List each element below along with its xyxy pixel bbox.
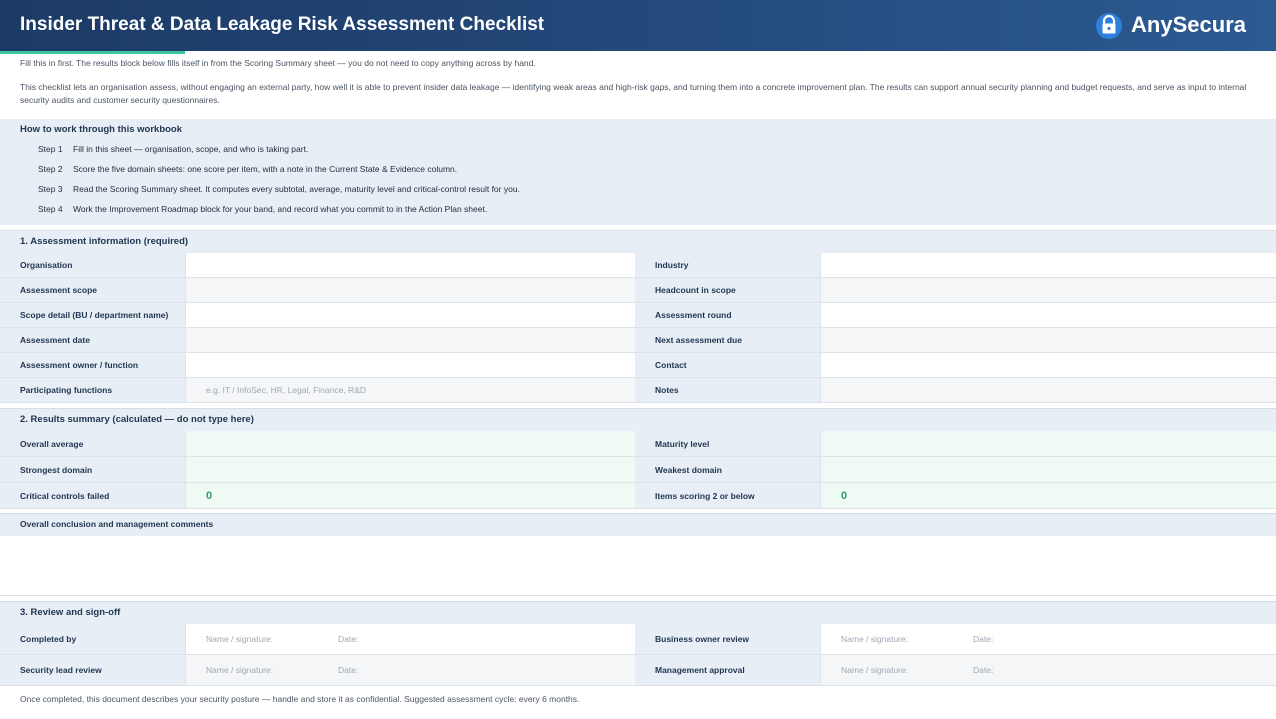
headcount-input[interactable] [820, 278, 1276, 302]
form-row: Scope detail (BU / department name) Asse… [0, 303, 1276, 328]
signoff-label: Security lead review [0, 655, 185, 685]
assessment-date-input[interactable] [185, 328, 635, 352]
field-label: Contact [635, 353, 820, 377]
date-hint: Date: [338, 665, 359, 675]
security-lead-signature-field[interactable]: Name / signature: Date: [185, 655, 635, 685]
step-number: Step 1 [38, 144, 63, 154]
section-title: 2. Results summary (calculated — do not … [20, 414, 254, 425]
field-label: Organisation [0, 253, 185, 277]
organisation-input[interactable] [185, 253, 635, 277]
signoff-row: Completed by Name / signature: Date: Busi… [0, 624, 1276, 655]
conclusion-header: Overall conclusion and management commen… [0, 513, 1276, 536]
maturity-level-value [820, 431, 1276, 456]
name-hint: Name / signature: [841, 634, 909, 644]
field-label: Assessment round [635, 303, 820, 327]
intro-note: Fill this in first. The results block be… [20, 58, 536, 68]
step-text: Work the Improvement Roadmap block for y… [73, 204, 488, 214]
signoff-label: Management approval [635, 655, 820, 685]
field-label: Participating functions [0, 378, 185, 402]
step-item: Step 2 Score the five domain sheets: one … [38, 164, 457, 174]
result-label: Weakest domain [635, 457, 820, 482]
participating-functions-input[interactable]: e.g. IT / InfoSec, HR, Legal, Finance, R… [185, 378, 635, 402]
notes-input[interactable] [820, 378, 1276, 402]
signoff-row: Security lead review Name / signature: Da… [0, 655, 1276, 686]
howto-panel: How to work through this workbook Step 1… [0, 119, 1276, 225]
field-label: Scope detail (BU / department name) [0, 303, 185, 327]
assessment-owner-input[interactable] [185, 353, 635, 377]
completed-by-signature-field[interactable]: Name / signature: Date: [185, 624, 635, 654]
field-label: Assessment date [0, 328, 185, 352]
field-label: Notes [635, 378, 820, 402]
scope-detail-input[interactable] [185, 303, 635, 327]
result-label: Strongest domain [0, 457, 185, 482]
assessment-round-input[interactable] [820, 303, 1276, 327]
howto-title: How to work through this workbook [20, 124, 183, 135]
form-row: Participating functions e.g. IT / InfoSe… [0, 378, 1276, 403]
section-results-summary-header: 2. Results summary (calculated — do not … [0, 408, 1276, 431]
section-title: 3. Review and sign-off [20, 607, 121, 618]
industry-input[interactable] [820, 253, 1276, 277]
contact-input[interactable] [820, 353, 1276, 377]
weakest-domain-value [820, 457, 1276, 482]
signoff-label: Completed by [0, 624, 185, 654]
step-item: Step 1 Fill in this sheet — organisation,… [38, 144, 308, 154]
form-row: Assessment date Next assessment due [0, 328, 1276, 353]
page-title: Insider Threat & Data Leakage Risk Asses… [20, 14, 545, 35]
date-hint: Date: [973, 665, 994, 675]
section-assessment-info-header: 1. Assessment information (required) [0, 230, 1276, 253]
field-label: Assessment owner / function [0, 353, 185, 377]
signoff-label: Business owner review [635, 624, 820, 654]
date-hint: Date: [338, 634, 359, 644]
result-label: Overall average [0, 431, 185, 456]
management-approval-signature-field[interactable]: Name / signature: Date: [820, 655, 1276, 685]
field-label: Assessment scope [0, 278, 185, 302]
result-label: Maturity level [635, 431, 820, 456]
step-text: Score the five domain sheets: one score … [73, 164, 458, 174]
conclusion-label: Overall conclusion and management commen… [20, 519, 214, 529]
result-row: Overall average Maturity level [0, 431, 1276, 457]
intro-description: This checklist lets an organisation asse… [20, 82, 1247, 105]
section-title: 1. Assessment information (required) [20, 236, 189, 247]
step-text: Fill in this sheet — organisation, scope… [73, 144, 309, 154]
field-label: Next assessment due [635, 328, 820, 352]
field-label: Industry [635, 253, 820, 277]
section-review-signoff-header: 3. Review and sign-off [0, 601, 1276, 624]
date-hint: Date: [973, 634, 994, 644]
form-row: Assessment owner / function Contact [0, 353, 1276, 378]
conclusion-textarea[interactable] [0, 537, 1276, 596]
step-item: Step 4 Work the Improvement Roadmap block… [38, 204, 487, 214]
field-label: Headcount in scope [635, 278, 820, 302]
confidentiality-footer: Once completed, this document describes … [20, 694, 580, 704]
brand-logo: AnySecura [1095, 10, 1246, 40]
critical-controls-failed-value: 0 [185, 483, 635, 508]
step-text: Read the Scoring Summary sheet. It compu… [73, 184, 520, 194]
result-row: Strongest domain Weakest domain [0, 457, 1276, 483]
result-label: Critical controls failed [0, 483, 185, 508]
form-row: Assessment scope Headcount in scope [0, 278, 1276, 303]
step-number: Step 3 [38, 184, 63, 194]
brand-name: AnySecura [1131, 12, 1246, 37]
strongest-domain-value [185, 457, 635, 482]
step-number: Step 4 [38, 204, 63, 214]
next-assessment-input[interactable] [820, 328, 1276, 352]
name-hint: Name / signature: [206, 634, 274, 644]
overall-average-value [185, 431, 635, 456]
lock-shield-icon [1096, 13, 1123, 39]
app-header: Insider Threat & Data Leakage Risk Asses… [0, 0, 1276, 54]
items-low-score-value: 0 [820, 483, 1276, 508]
step-number: Step 2 [38, 164, 63, 174]
assessment-scope-input[interactable] [185, 278, 635, 302]
form-row: Organisation Industry [0, 253, 1276, 278]
step-item: Step 3 Read the Scoring Summary sheet. It… [38, 184, 520, 194]
result-label: Items scoring 2 or below [635, 483, 820, 508]
result-row: Critical controls failed 0 Items scoring… [0, 483, 1276, 509]
name-hint: Name / signature: [841, 665, 909, 675]
name-hint: Name / signature: [206, 665, 274, 675]
business-owner-signature-field[interactable]: Name / signature: Date: [820, 624, 1276, 654]
header-accent-bar [0, 51, 185, 54]
